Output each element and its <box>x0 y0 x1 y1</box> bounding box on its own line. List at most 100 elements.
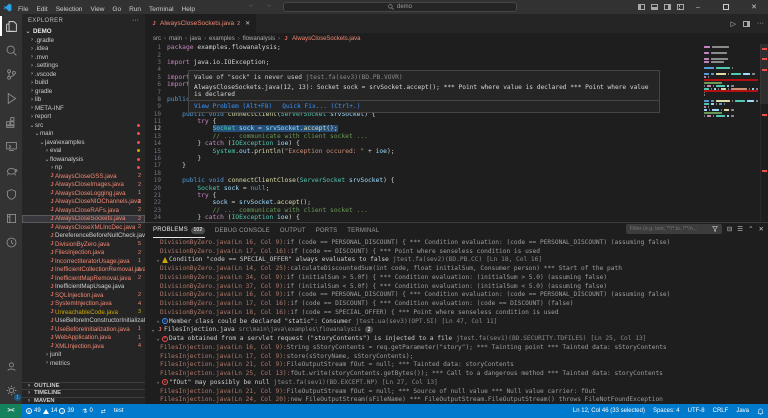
problem-row[interactable]: DivisionByZero.java(Ln 17, Col 16): if (… <box>145 299 768 308</box>
tree-folder-report[interactable]: ›report <box>22 113 145 122</box>
problem-row[interactable]: DivisionByZero.java(Ln 16, Col 9): if (c… <box>145 291 768 300</box>
tree-file-usebeforeinconstructorinitialization-java[interactable]: JUseBeforeInConstructorInitialization.ja… <box>22 317 145 326</box>
tree-folder--mvn[interactable]: ›.mvn <box>22 53 145 62</box>
status-ln[interactable]: Ln 12, Col 46 (33 selected) <box>569 404 649 418</box>
editor-scrollbar[interactable] <box>760 44 768 104</box>
remote-indicator[interactable]: >< <box>0 404 22 418</box>
shield-icon[interactable] <box>0 182 22 206</box>
tree-folder--gradle[interactable]: ›.gradle <box>22 36 145 45</box>
section-timeline[interactable]: ›TIMELINE <box>22 389 145 397</box>
breadcrumb-item[interactable]: src <box>153 36 161 42</box>
code-line-16[interactable]: 16 } <box>145 155 768 162</box>
problem-row[interactable]: DivisionByZero.java(Ln 34, Col 9): if (i… <box>145 273 768 282</box>
menu-help[interactable]: Help <box>178 6 199 13</box>
tree-file-alwaysclosesockets-java[interactable]: JAlwaysCloseSockets.java2 <box>22 215 145 224</box>
customize-layout-icon[interactable] <box>677 4 684 10</box>
tree-folder-java-examples[interactable]: ⌄java\examples <box>22 138 145 147</box>
account-icon[interactable] <box>0 354 22 378</box>
code-line-14[interactable]: 14 } catch (IOException ioe) { <box>145 140 768 147</box>
collapse-all-icon[interactable]: ⊟ <box>727 225 732 233</box>
explorer-icon[interactable] <box>0 14 22 38</box>
code-line-15[interactable]: 15 System.out.println("Exception occured… <box>145 147 768 154</box>
breadcrumb-item[interactable]: flowanalysis <box>243 36 275 42</box>
tree-file-webapplication-java[interactable]: JWebApplication.java1 <box>22 334 145 343</box>
source-control-icon[interactable] <box>0 62 22 86</box>
menu-run[interactable]: Run <box>125 6 145 13</box>
menu-terminal[interactable]: Terminal <box>145 6 178 13</box>
problem-row[interactable]: ⌄JFilesInjection.javasrc\main\java\examp… <box>145 326 768 335</box>
tree-folder-main[interactable]: ⌄main <box>22 130 145 139</box>
tree-file-filesinjection-java[interactable]: JFilesInjection.java2 <box>22 249 145 258</box>
code-editor[interactable]: 1package examples.flowanalysis;23import … <box>145 44 768 222</box>
problem-row[interactable]: FilesInjection.java(Ln 21, Col 9): FileO… <box>145 361 768 370</box>
status-utf-8[interactable]: UTF-8 <box>684 404 709 418</box>
tree-folder-src[interactable]: ⌄src <box>22 121 145 130</box>
settings-icon[interactable]: 1 <box>0 378 22 402</box>
history-nav-arrows[interactable]: ← → <box>248 2 276 9</box>
menu-selection[interactable]: Selection <box>52 6 87 13</box>
code-line-22[interactable]: 22 sock = srvSocket.accept(); <box>145 199 768 206</box>
problem-row[interactable]: ⌄Condition "code == SPECIAL_OFFER" alway… <box>145 256 768 265</box>
tree-file-sqlinjection-java[interactable]: JSQLInjection.java2 <box>22 291 145 300</box>
tree-folder--vscode[interactable]: ›.vscode <box>22 70 145 79</box>
code-line-23[interactable]: 23 // ... communicate with client socket… <box>145 207 768 214</box>
tree-file-divisionbyzero-java[interactable]: JDivisionByZero.java5 <box>22 240 145 249</box>
problems-filter-input[interactable] <box>626 224 722 234</box>
panel-tab-debug-console[interactable]: DEBUG CONSOLE <box>215 223 270 238</box>
tree-folder-meta-inf[interactable]: ›META-INF <box>22 104 145 113</box>
breadcrumb-item[interactable]: examples <box>209 36 235 42</box>
filter-funnel-icon[interactable] <box>712 226 718 232</box>
explorer-more-actions-icon[interactable]: ··· <box>132 17 139 24</box>
problem-row[interactable]: DivisionByZero.java(Ln 18, Col 16): if (… <box>145 308 768 317</box>
tree-file-alwayscloseniochannels-java[interactable]: JAlwaysCloseNIOChannels.java3 <box>22 198 145 207</box>
command-center-search[interactable]: demo <box>283 2 517 12</box>
menu-file[interactable]: File <box>14 6 32 13</box>
tab-alwaysclosesockets[interactable]: J AlwaysCloseSockets.java 2 ✕ <box>145 14 257 33</box>
tooltip-action-view[interactable]: View Problem (Alt+F8) <box>194 103 272 110</box>
problem-row[interactable]: FilesInjection.java(Ln 17, Col 9): store… <box>145 352 768 361</box>
tree-folder-junit[interactable]: ›junit <box>22 351 145 360</box>
code-line-20[interactable]: 20 Socket sock = null; <box>145 184 768 191</box>
notifications-bell-icon[interactable] <box>753 404 768 418</box>
maximize-button[interactable] <box>712 0 740 14</box>
tree-file-incorrectiteratorusage-java[interactable]: JIncorrectIteratorUsage.java1 <box>22 257 145 266</box>
tree-file-alwayscloseimages-java[interactable]: JAlwaysCloseImages.java2 <box>22 181 145 190</box>
problem-row[interactable]: FilesInjection.java(Ln 25, Col 13): fOut… <box>145 369 768 378</box>
tree-root-demo[interactable]: ⌄ DEMO <box>22 27 145 36</box>
tree-folder-gradle[interactable]: ›gradle <box>22 87 145 96</box>
close-button[interactable]: ✕ <box>740 0 768 14</box>
toggle-secondary-sidebar-icon[interactable] <box>664 4 671 10</box>
search-icon[interactable] <box>0 38 22 62</box>
section-outline[interactable]: ›OUTLINE <box>22 382 145 390</box>
status-crlf[interactable]: CRLF <box>709 404 733 418</box>
tree-folder-metrics[interactable]: ›metrics <box>22 359 145 368</box>
problem-row[interactable]: ⌄✕"fOut" may possibly be nulljtest.fa(se… <box>145 378 768 387</box>
test-status[interactable]: ⚗ 0 <box>78 404 97 418</box>
tree-folder--settings[interactable]: ›.settings <box>22 62 145 71</box>
run-debug-icon[interactable] <box>0 86 22 110</box>
section-maven[interactable]: ›MAVEN <box>22 397 145 405</box>
problem-row[interactable]: FilesInjection.java(Ln 16, Col 9): Strin… <box>145 343 768 352</box>
tree-folder-eval[interactable]: ›eval <box>22 147 145 156</box>
code-line-21[interactable]: 21 try { <box>145 192 768 199</box>
clock-icon[interactable] <box>0 230 22 254</box>
layout-toggle-icons[interactable] <box>638 0 684 14</box>
remote-explorer-icon[interactable] <box>0 134 22 158</box>
status-spaces[interactable]: Spaces: 4 <box>649 404 684 418</box>
breadcrumb-item[interactable]: main <box>169 36 182 42</box>
code-line-13[interactable]: 13 // ... communicate with client socket… <box>145 133 768 140</box>
code-line-17[interactable]: 17 } <box>145 162 768 169</box>
tree-file-inefficientmapusage-java[interactable]: JInefficientMapUsage.java <box>22 283 145 292</box>
problem-row[interactable]: DivisionByZero.java(Ln 14, Col 25): calc… <box>145 264 768 273</box>
maximize-panel-icon[interactable]: ⌃ <box>748 225 753 233</box>
close-panel-icon[interactable]: ✕ <box>759 225 764 233</box>
split-editor-icon[interactable] <box>743 21 750 27</box>
tree-file-inefficientcollectionremoval-java[interactable]: JInefficientCollectionRemoval.java1 <box>22 266 145 275</box>
code-line-3[interactable]: 3import java.io.IOException; <box>145 59 768 66</box>
code-line-19[interactable]: 19 public void connectClientClose(Server… <box>145 177 768 184</box>
breadcrumb-item[interactable]: AlwaysCloseSockets.java <box>292 36 360 42</box>
panel-tab-problems[interactable]: PROBLEMS102 <box>153 223 205 238</box>
panel-tab-output[interactable]: OUTPUT <box>280 223 306 238</box>
code-line-12[interactable]: 12 Socket sock = srvSocket.accept(); <box>145 125 768 132</box>
book-icon[interactable] <box>0 206 22 230</box>
